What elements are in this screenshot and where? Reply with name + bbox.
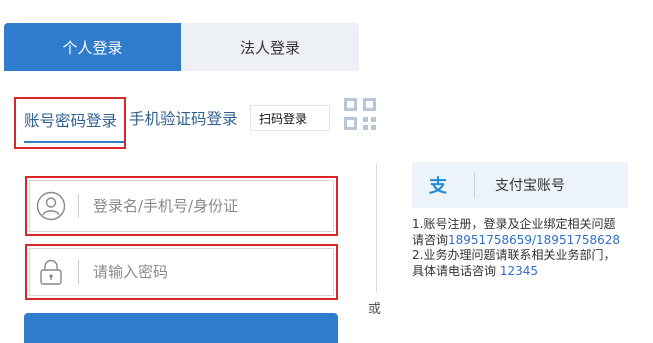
login-type-tabs: 个人登录 法人登录 [4,23,359,71]
login-button[interactable] [24,313,338,343]
password-field-highlight [25,244,338,300]
password-field [29,248,334,296]
field-separator [78,194,79,218]
support-phone-numbers: 18951758659/18951758628 [448,232,621,247]
alipay-label: 支付宝账号 [495,178,565,194]
note-line-2: 请咨询18951758659/18951758628 [412,233,652,249]
tab-corporate-label: 法人登录 [239,38,300,57]
active-method-underline [24,141,124,143]
method-scan-login[interactable]: 扫码登录 [250,105,330,131]
note-line-4: 具体请电话咨询 12345 [412,264,652,280]
note-line-1: 1.账号注册，登录及企业绑定相关问题 [412,217,616,231]
tab-personal-label: 个人登录 [62,38,123,57]
svg-text:支: 支 [428,175,448,196]
lock-icon [40,259,62,285]
method-account-label: 账号密码登录 [24,112,118,130]
alipay-icon: 支 [428,175,448,196]
alipay-login-button[interactable]: 支 支付宝账号 [412,162,628,208]
or-label: 或 [368,302,382,317]
qr-code-icon[interactable] [343,97,377,131]
username-input[interactable] [91,196,315,216]
note-line-4-prefix: 具体请电话咨询 [412,263,500,278]
password-input[interactable] [91,262,315,282]
method-scan-label: 扫码登录 [259,111,308,126]
username-field [29,180,334,232]
user-icon [36,191,66,221]
note-line-3: 2.业务办理问题请联系相关业务部门， [412,248,616,262]
username-field-highlight [25,176,338,236]
tab-corporate-login[interactable]: 法人登录 [181,23,359,71]
method-account-password[interactable]: 账号密码登录 [14,97,126,149]
hotline-number: 12345 [499,263,539,278]
tab-personal-login[interactable]: 个人登录 [4,23,181,71]
help-notes: 1.账号注册，登录及企业绑定相关问题 请咨询18951758659/189517… [412,217,652,279]
field-separator [78,260,79,284]
login-method-selector: 账号密码登录 手机验证码登录 扫码登录 [14,97,414,151]
vertical-divider [376,163,377,293]
alipay-separator [474,172,475,198]
method-sms-code[interactable]: 手机验证码登录 [129,107,238,129]
note-line-2-prefix: 请咨询 [412,232,449,247]
